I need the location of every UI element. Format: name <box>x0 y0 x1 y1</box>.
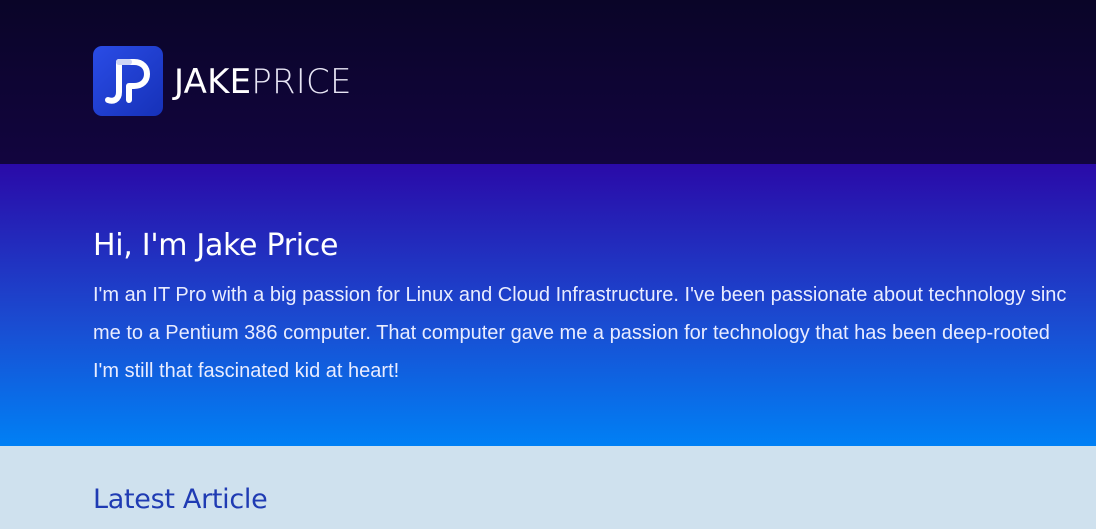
hero-intro: I'm an IT Pro with a big passion for Lin… <box>93 276 1096 390</box>
home-link[interactable]: JAKEPRICE <box>93 46 352 116</box>
latest-article-heading: Latest Article <box>93 484 268 515</box>
hero-section: Hi, I'm Jake Price I'm an IT Pro with a … <box>0 164 1096 446</box>
hero-intro-line: me to a Pentium 386 computer. That compu… <box>93 322 1050 344</box>
hero-intro-line: I'm an IT Pro with a big passion for Lin… <box>93 284 1067 306</box>
latest-article-section: Latest Article <box>0 446 1096 529</box>
brand-first-name: JAKE <box>174 62 252 102</box>
hero-title: Hi, I'm Jake Price <box>93 228 339 263</box>
hero-intro-line: I'm still that fascinated kid at heart! <box>93 360 400 382</box>
site-header: JAKEPRICE <box>0 0 1096 164</box>
jp-monogram-icon <box>93 46 163 116</box>
site-brand: JAKEPRICE <box>174 65 352 99</box>
brand-last-name: PRICE <box>251 62 352 102</box>
